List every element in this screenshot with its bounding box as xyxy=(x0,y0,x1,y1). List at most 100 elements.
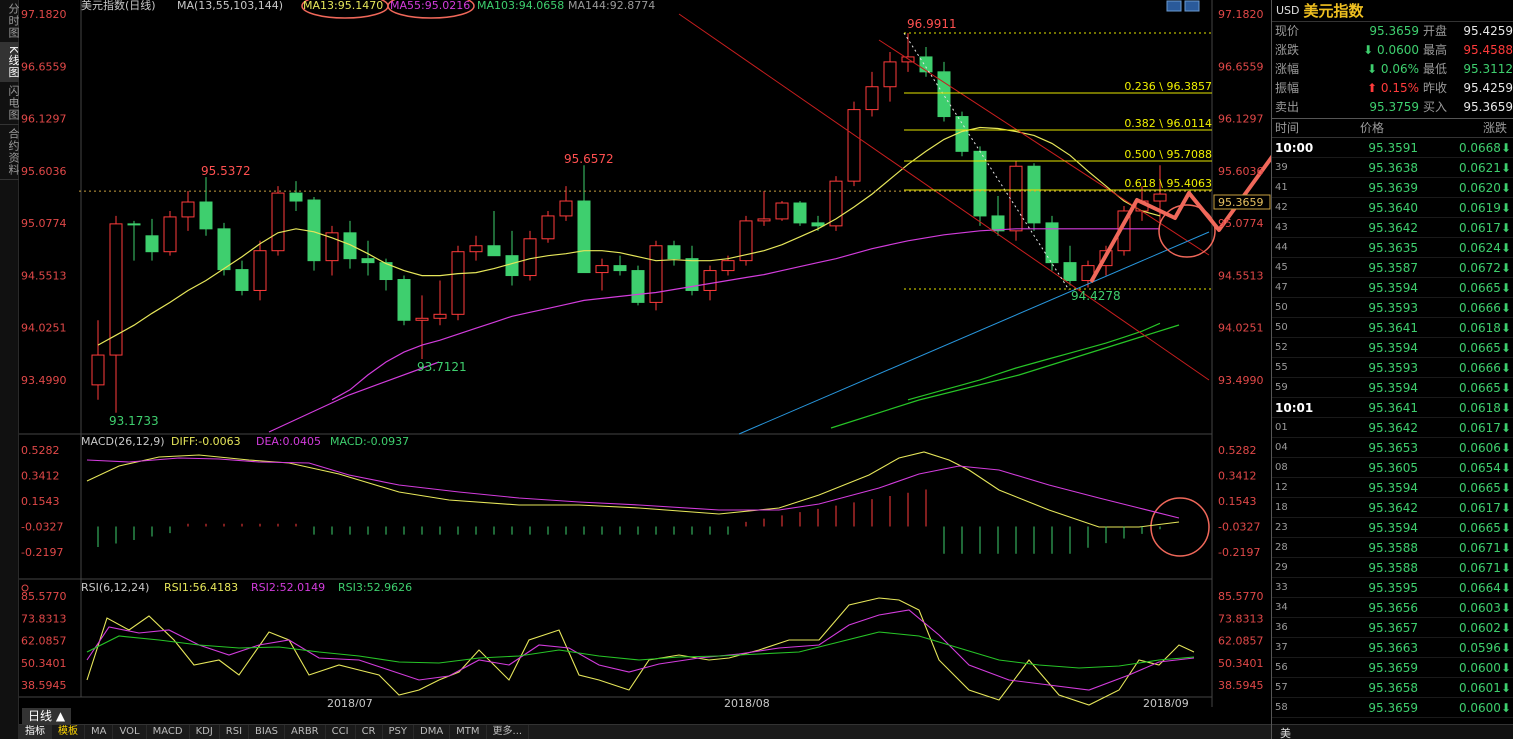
tab-kline[interactable]: K线图 xyxy=(0,43,20,83)
candle-body xyxy=(343,232,357,260)
indicator-tab[interactable]: RSI xyxy=(220,725,250,739)
tick-row[interactable]: 10:00 95.3591 0.0668⬇ xyxy=(1272,138,1513,158)
macd-tick-left: 0.1543 xyxy=(21,495,60,508)
y-tick-right: 94.5513 xyxy=(1218,269,1264,282)
tick-row[interactable]: 43 95.3642 0.0617⬇ xyxy=(1272,218,1513,238)
candle-body xyxy=(271,192,285,252)
tick-row[interactable]: 23 95.3594 0.0665⬇ xyxy=(1272,518,1513,538)
tick-row[interactable]: 41 95.3639 0.0620⬇ xyxy=(1272,178,1513,198)
tick-row[interactable]: 47 95.3594 0.0665⬇ xyxy=(1272,278,1513,298)
tick-row[interactable]: 34 95.3656 0.0603⬇ xyxy=(1272,598,1513,618)
indicator-tab[interactable]: MACD xyxy=(147,725,190,739)
tick-price: 95.3641 xyxy=(1368,321,1418,335)
candle-body xyxy=(847,109,861,182)
tick-row[interactable]: 29 95.3588 0.0671⬇ xyxy=(1272,558,1513,578)
tick-change: 0.0600⬇ xyxy=(1458,661,1511,675)
panel-bottom-tab[interactable]: 美 xyxy=(1272,724,1513,739)
tick-price: 95.3656 xyxy=(1368,601,1418,615)
tick-price: 95.3640 xyxy=(1368,201,1418,215)
rsi-title: RSI(6,12,24) xyxy=(81,581,149,594)
tick-row[interactable]: 01 95.3642 0.0617⬇ xyxy=(1272,418,1513,438)
tick-change: 0.0624⬇ xyxy=(1458,241,1511,255)
quote-label: 昨收 xyxy=(1423,81,1448,95)
tick-row[interactable]: 58 95.3659 0.0600⬇ xyxy=(1272,698,1513,718)
candle-body xyxy=(865,86,879,111)
tick-row[interactable]: 50 95.3593 0.0666⬇ xyxy=(1272,298,1513,318)
indicator-tab[interactable]: 更多... xyxy=(487,725,530,739)
tick-time: 01 xyxy=(1275,422,1288,433)
tick-row[interactable]: 37 95.3663 0.0596⬇ xyxy=(1272,638,1513,658)
y-tick-left: 94.5513 xyxy=(21,269,67,282)
quote-label: 振幅 xyxy=(1275,81,1300,95)
indicator-tab[interactable]: VOL xyxy=(113,725,147,739)
indicator-tabs: 指标 模板 MA VOL MACD KDJ RSI BIAS ARBR CCI CR PSY DMA MT… xyxy=(19,724,1271,739)
period-selector[interactable]: 日线 ▲ xyxy=(22,707,72,724)
tick-row[interactable]: 50 95.3641 0.0618⬇ xyxy=(1272,318,1513,338)
indicator-tab[interactable]: ARBR xyxy=(285,725,326,739)
instrument-code: USD xyxy=(1276,4,1300,17)
indicator-tab[interactable]: 指标 xyxy=(19,725,52,739)
macd-dea: DEA:0.0405 xyxy=(256,435,321,448)
candle-body xyxy=(487,245,501,257)
indicator-tab[interactable]: BIAS xyxy=(249,725,286,739)
tick-row[interactable]: 39 95.3638 0.0621⬇ xyxy=(1272,158,1513,178)
left-view-tabs: 分时图 K线图 闪电图 合约资料 xyxy=(0,0,20,739)
candle-body xyxy=(1063,262,1077,282)
tick-time: 52 xyxy=(1275,342,1288,353)
tab-intraday[interactable]: 分时图 xyxy=(0,0,20,43)
tick-price: 95.3642 xyxy=(1368,221,1418,235)
chart-title: 美元指数(日线) xyxy=(81,0,156,12)
indicator-tab[interactable]: CR xyxy=(356,725,383,739)
chart-area[interactable]: 97.1820 97.1820 96.6559 96.6559 96.1297 96.12… xyxy=(19,0,1271,707)
candle-body xyxy=(775,202,789,220)
macd-tick-right: -0.2197 xyxy=(1218,546,1260,559)
candle-body xyxy=(469,245,483,253)
tick-change: 0.0665⬇ xyxy=(1458,341,1511,355)
tab-contract-info[interactable]: 合约资料 xyxy=(0,125,20,181)
indicator-tab[interactable]: PSY xyxy=(383,725,414,739)
tick-list[interactable]: 10:00 95.3591 0.0668⬇ 39 95.3638 0.0621⬇ 41 95.… xyxy=(1272,138,1513,727)
tick-price: 95.3594 xyxy=(1368,281,1418,295)
tick-row[interactable]: 04 95.3653 0.0606⬇ xyxy=(1272,438,1513,458)
tick-row[interactable]: 33 95.3595 0.0664⬇ xyxy=(1272,578,1513,598)
quote-value: 95.3112 xyxy=(1463,62,1513,76)
candle-body xyxy=(253,250,267,291)
tick-row[interactable]: 36 95.3657 0.0602⬇ xyxy=(1272,618,1513,638)
tick-price: 95.3635 xyxy=(1368,241,1418,255)
tick-price: 95.3593 xyxy=(1368,301,1418,315)
tick-row[interactable]: 12 95.3594 0.0665⬇ xyxy=(1272,478,1513,498)
tick-row[interactable]: 42 95.3640 0.0619⬇ xyxy=(1272,198,1513,218)
tick-time: 59 xyxy=(1275,382,1288,393)
rsi-tick-left: 62.0857 xyxy=(21,635,67,648)
tick-row[interactable]: 55 95.3593 0.0666⬇ xyxy=(1272,358,1513,378)
tick-time: 04 xyxy=(1275,442,1288,453)
tick-time: 33 xyxy=(1275,582,1288,593)
bottom-toolbar: 日线 ▲ 指标 模板 MA VOL MACD KDJ RSI BIAS ARBR CCI CR PSY… xyxy=(19,707,1271,739)
tick-change: 0.0603⬇ xyxy=(1458,601,1511,615)
candle-body xyxy=(307,199,321,262)
tick-row[interactable]: 45 95.3587 0.0672⬇ xyxy=(1272,258,1513,278)
indicator-tab[interactable]: CCI xyxy=(326,725,356,739)
indicator-tab[interactable]: KDJ xyxy=(190,725,220,739)
candle-body xyxy=(703,270,717,291)
tick-change: 0.0618⬇ xyxy=(1458,401,1511,415)
tick-row[interactable]: 52 95.3594 0.0665⬇ xyxy=(1272,338,1513,358)
indicator-tab[interactable]: 模板 xyxy=(52,725,85,739)
tick-price: 95.3587 xyxy=(1368,261,1418,275)
tick-row[interactable]: 18 95.3642 0.0617⬇ xyxy=(1272,498,1513,518)
candle-body xyxy=(667,245,681,260)
indicator-tab[interactable]: DMA xyxy=(414,725,451,739)
tick-row[interactable]: 57 95.3658 0.0601⬇ xyxy=(1272,678,1513,698)
indicator-tab[interactable]: MA xyxy=(85,725,114,739)
tick-change: 0.0671⬇ xyxy=(1458,561,1511,575)
tick-row[interactable]: 28 95.3588 0.0671⬇ xyxy=(1272,538,1513,558)
tick-row[interactable]: 44 95.3635 0.0624⬇ xyxy=(1272,238,1513,258)
tab-flash[interactable]: 闪电图 xyxy=(0,82,20,126)
tick-change: 0.0665⬇ xyxy=(1458,521,1511,535)
tick-row[interactable]: 59 95.3594 0.0665⬇ xyxy=(1272,378,1513,398)
quote-grid: 现价 95.3659 开盘 95.4259 涨跌 ⬇ 0.0600 最高 95.4588 涨幅 ⬇… xyxy=(1272,22,1513,119)
tick-row[interactable]: 56 95.3659 0.0600⬇ xyxy=(1272,658,1513,678)
indicator-tab[interactable]: MTM xyxy=(450,725,487,739)
tick-row[interactable]: 08 95.3605 0.0654⬇ xyxy=(1272,458,1513,478)
tick-row[interactable]: 10:01 95.3641 0.0618⬇ xyxy=(1272,398,1513,418)
